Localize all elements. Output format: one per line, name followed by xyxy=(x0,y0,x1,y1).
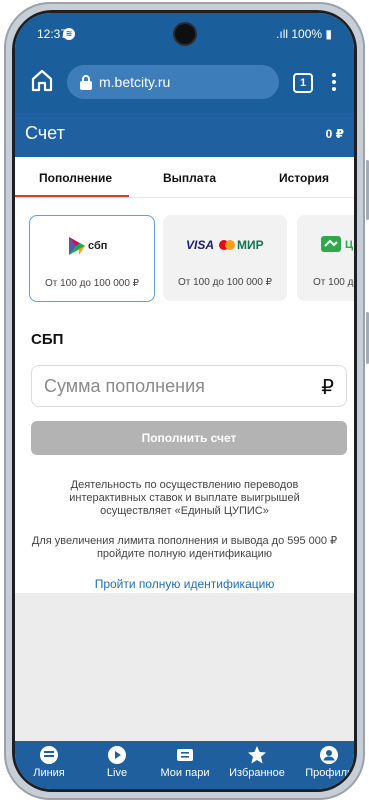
sbp-logo-text: сбп xyxy=(88,240,107,252)
amount-placeholder: Сумма пополнения xyxy=(44,376,205,396)
phone-frame: 12:37 ≋ .ıll 100% ▮ m.betcity.ru 1 Счет … xyxy=(4,2,365,800)
method-card-visa-mir[interactable]: VISA МИР От 100 до 100 000 ₽ xyxy=(163,215,287,301)
browser-top: 12:37 ≋ .ıll 100% ▮ m.betcity.ru 1 xyxy=(15,13,354,113)
nav-label: Линия xyxy=(33,767,65,779)
method-limit: От 100 до xyxy=(313,277,354,288)
active-tab-indicator xyxy=(15,195,129,197)
nav-favorites[interactable]: Избранное xyxy=(227,745,287,779)
payment-methods: сбп От 100 до 100 000 ₽ VISA МИР От 100 … xyxy=(29,215,354,303)
method-limit: От 100 до 100 000 ₽ xyxy=(44,278,140,289)
nav-profile[interactable]: Профиль xyxy=(299,745,354,779)
nav-live[interactable]: Live xyxy=(87,745,147,779)
method-card-wallet[interactable]: Ц От 100 до xyxy=(297,215,354,301)
star-icon xyxy=(248,746,266,764)
profile-icon xyxy=(320,746,338,764)
tabs-count-button[interactable]: 1 xyxy=(293,73,313,93)
lock-icon xyxy=(80,75,92,90)
phone-bezel: 12:37 ≋ .ıll 100% ▮ m.betcity.ru 1 Счет … xyxy=(12,10,357,792)
visa-text: VISA xyxy=(186,238,214,252)
url-text: m.betcity.ru xyxy=(99,74,171,90)
empty-area xyxy=(15,593,354,741)
wallet-logo: Ц xyxy=(297,233,354,259)
method-card-sbp[interactable]: сбп От 100 до 100 000 ₽ xyxy=(29,215,155,302)
mir-text: МИР xyxy=(237,238,264,252)
page-title: Счет xyxy=(25,123,65,143)
camera-hole xyxy=(174,24,195,44)
address-field[interactable]: m.betcity.ru xyxy=(67,65,279,99)
currency-symbol: ₽ xyxy=(321,377,334,399)
limit-note: Для увеличения лимита пополнения и вывод… xyxy=(31,535,338,560)
deposit-panel: Пополнение Выплата История сбп От 100 до… xyxy=(15,157,354,593)
cupis-note: Деятельность по осуществлению переводов … xyxy=(69,479,300,517)
nav-label: Избранное xyxy=(229,767,285,779)
nav-label: Мои пари xyxy=(160,767,210,779)
wallet-logo-text: Ц xyxy=(345,239,353,251)
tab-history[interactable]: История xyxy=(279,171,329,185)
url-bar: m.betcity.ru 1 xyxy=(15,61,354,99)
method-limit: От 100 до 100 000 ₽ xyxy=(177,277,273,288)
visa-mir-logo: VISA МИР xyxy=(163,233,287,259)
tab-withdraw[interactable]: Выплата xyxy=(163,171,216,185)
nav-line[interactable]: Линия xyxy=(19,745,79,779)
more-menu-icon[interactable] xyxy=(331,73,337,93)
line-icon xyxy=(40,746,58,764)
account-header: Счет 0 ₽ xyxy=(15,113,354,157)
tab-bar: Пополнение Выплата История xyxy=(15,157,354,198)
deposit-button[interactable]: Пополнить счет xyxy=(31,421,347,455)
amount-input[interactable]: Сумма пополнения ₽ xyxy=(31,365,347,407)
nav-label: Профиль xyxy=(305,767,353,779)
home-icon[interactable] xyxy=(29,67,55,93)
balance: 0 ₽ xyxy=(325,127,344,141)
identification-link[interactable]: Пройти полную идентификацию xyxy=(15,577,354,591)
status-right: .ıll 100% ▮ xyxy=(276,27,332,41)
section-title: СБП xyxy=(31,331,64,348)
nav-label: Live xyxy=(106,767,128,779)
live-icon xyxy=(108,746,126,764)
tab-deposit[interactable]: Пополнение xyxy=(39,171,112,185)
nav-my-bets[interactable]: Мои пари xyxy=(155,745,215,779)
tickets-icon xyxy=(177,749,193,761)
sbp-logo: сбп xyxy=(30,234,154,260)
bottom-nav: Линия Live Мои пари Избранное Профиль xyxy=(15,741,354,789)
screen: 12:37 ≋ .ıll 100% ▮ m.betcity.ru 1 Счет … xyxy=(15,13,354,789)
spotify-icon: ≋ xyxy=(63,28,75,40)
